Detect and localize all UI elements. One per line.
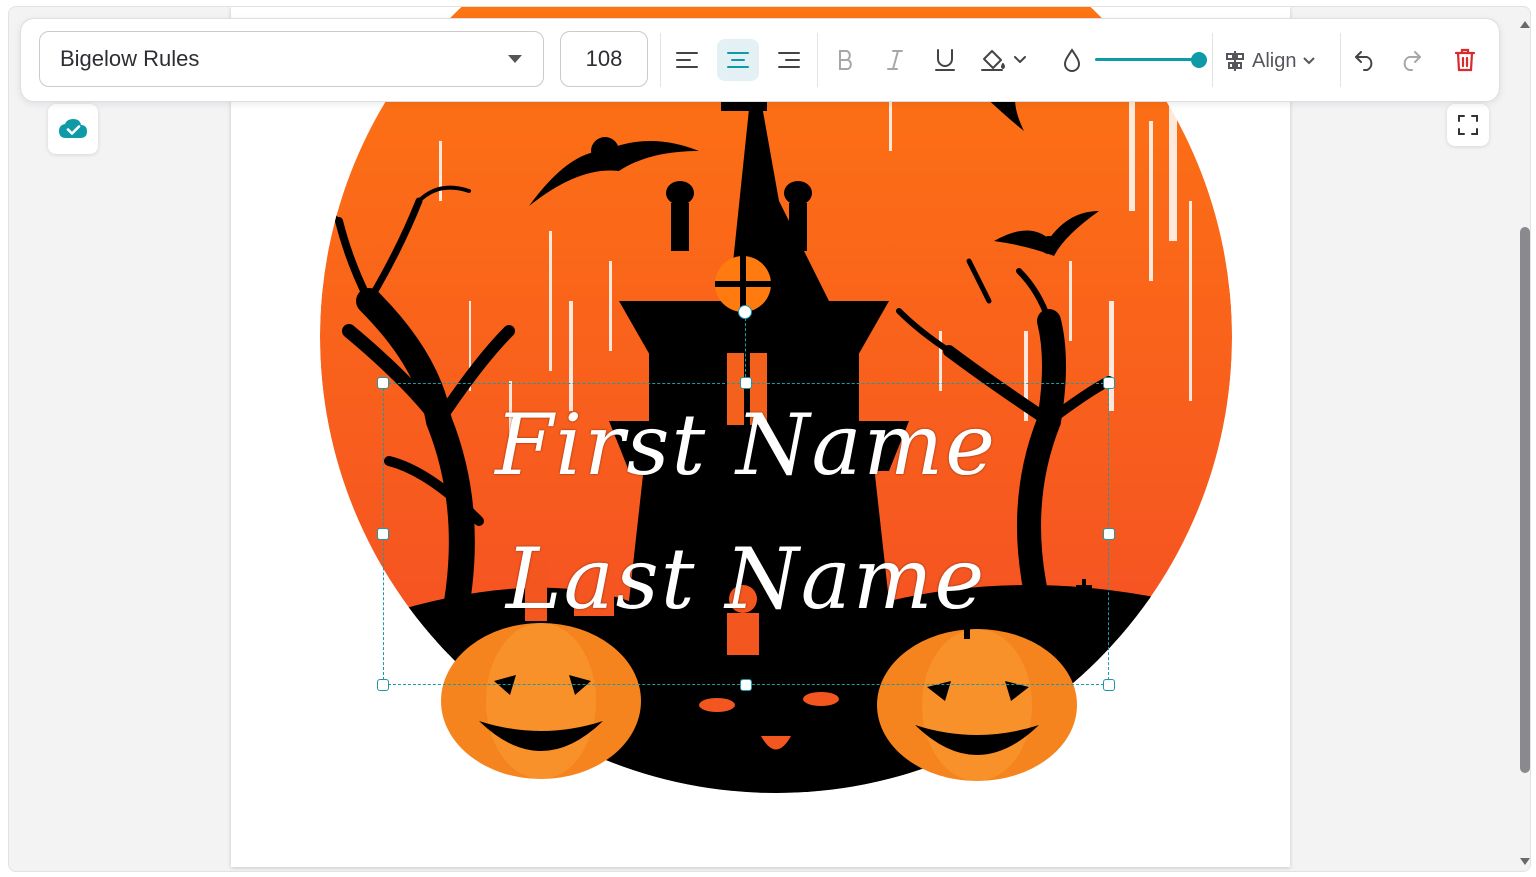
- dropdown-caret-icon: [508, 55, 522, 63]
- font-size-input[interactable]: [560, 31, 648, 87]
- rotate-handle[interactable]: [738, 305, 752, 319]
- cloud-check-icon: [59, 119, 87, 138]
- italic-button[interactable]: [874, 39, 916, 81]
- resize-handle-top-center[interactable]: [740, 377, 752, 389]
- rotate-connector: [745, 318, 746, 382]
- font-family-value: Bigelow Rules: [60, 46, 200, 71]
- font-family-select[interactable]: Bigelow Rules: [39, 31, 544, 87]
- align-right-icon: [778, 52, 800, 68]
- chevron-down-icon: [1303, 57, 1316, 65]
- vertical-scrollbar-thumb[interactable]: [1520, 227, 1530, 773]
- italic-icon: [887, 50, 903, 70]
- text-color-button[interactable]: [973, 39, 1033, 81]
- align-left-button[interactable]: [666, 39, 708, 81]
- align-center-button[interactable]: [717, 39, 759, 81]
- opacity-slider[interactable]: [1095, 49, 1207, 71]
- redo-icon: [1403, 51, 1421, 71]
- text-line-first-name[interactable]: First Name: [384, 396, 1108, 494]
- text-toolbar: Bigelow Rules Align: [20, 18, 1500, 102]
- delete-button[interactable]: [1444, 39, 1486, 81]
- align-dropdown[interactable]: Align: [1224, 41, 1316, 81]
- undo-button[interactable]: [1344, 39, 1386, 81]
- text-line-last-name[interactable]: Last Name: [384, 530, 1108, 628]
- resize-handle-bottom-center[interactable]: [740, 679, 752, 691]
- toolbar-divider: [660, 33, 661, 87]
- resize-handle-top-right[interactable]: [1103, 377, 1115, 389]
- toolbar-divider: [1340, 33, 1341, 87]
- align-right-button[interactable]: [768, 39, 810, 81]
- bold-button[interactable]: [825, 39, 867, 81]
- resize-handle-middle-left[interactable]: [377, 528, 389, 540]
- underline-icon: [935, 49, 955, 71]
- fullscreen-button[interactable]: [1447, 104, 1489, 146]
- cloud-saved-button[interactable]: [48, 104, 98, 154]
- toolbar-divider: [817, 33, 818, 87]
- resize-handle-bottom-right[interactable]: [1103, 679, 1115, 691]
- align-left-icon: [676, 52, 698, 68]
- resize-handle-bottom-left[interactable]: [377, 679, 389, 691]
- bold-icon: [839, 50, 852, 70]
- fullscreen-icon: [1458, 115, 1478, 135]
- opacity-slider-thumb[interactable]: [1191, 52, 1207, 68]
- redo-button[interactable]: [1390, 39, 1432, 81]
- align-center-icon: [727, 52, 749, 68]
- align-label: Align: [1252, 49, 1297, 72]
- droplet-icon: [1063, 48, 1081, 72]
- trash-icon: [1454, 48, 1476, 72]
- opacity-button[interactable]: [1051, 39, 1093, 81]
- opacity-slider-track: [1095, 58, 1199, 61]
- align-objects-icon: [1226, 51, 1244, 71]
- paint-bucket-icon: [981, 50, 1026, 71]
- resize-handle-middle-right[interactable]: [1103, 528, 1115, 540]
- selected-text-element[interactable]: First Name Last Name: [383, 383, 1109, 685]
- undo-icon: [1355, 51, 1373, 71]
- scroll-down-arrow[interactable]: [1517, 855, 1530, 869]
- scroll-up-arrow[interactable]: [1517, 17, 1530, 31]
- toolbar-divider: [1212, 33, 1213, 87]
- resize-handle-top-left[interactable]: [377, 377, 389, 389]
- underline-button[interactable]: [924, 39, 966, 81]
